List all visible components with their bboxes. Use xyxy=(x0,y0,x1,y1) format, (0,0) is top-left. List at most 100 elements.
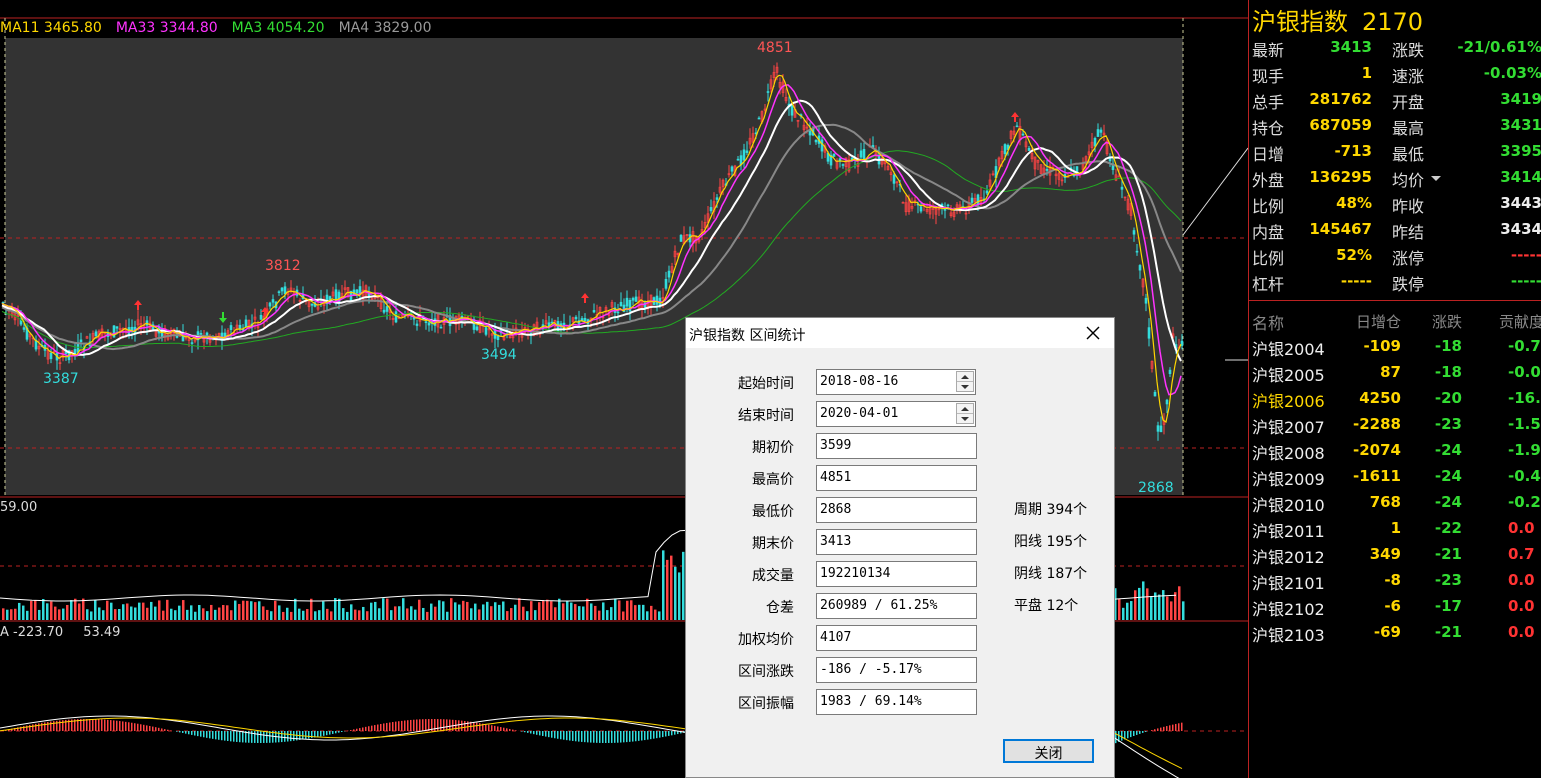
spin-down-button[interactable] xyxy=(957,382,973,392)
volume-bar xyxy=(362,607,365,620)
volume-bar xyxy=(66,605,69,620)
candle-body xyxy=(230,325,232,329)
down-bar-count: 阴线 187个 xyxy=(1014,563,1087,583)
weighted-avg-field[interactable]: 4107 xyxy=(816,625,977,651)
macd-bar xyxy=(1151,730,1153,731)
candle-body xyxy=(710,207,712,210)
dialog-titlebar[interactable]: 沪银指数 区间统计 xyxy=(686,318,1114,348)
candle-body xyxy=(617,312,619,313)
contract-daily-oi: -6 xyxy=(1384,597,1401,615)
col-header-change[interactable]: 涨跌 xyxy=(1432,311,1462,332)
quote-value: 3434 xyxy=(1500,220,1541,238)
quote-key: 涨停 xyxy=(1392,245,1424,269)
contract-row[interactable]: 沪银20064250-20-16.7 xyxy=(1249,386,1541,412)
candle-body xyxy=(425,322,427,323)
contract-row[interactable]: 沪银2009-1611-24-0.4 xyxy=(1249,464,1541,490)
contract-change: -24 xyxy=(1435,441,1462,459)
volume-bar xyxy=(374,602,377,620)
volume-bar xyxy=(358,610,361,620)
contract-change: -21 xyxy=(1435,623,1462,641)
oi-change-field[interactable]: 260989 / 61.25% xyxy=(816,593,977,619)
volume-bar xyxy=(666,560,669,620)
volume-bar xyxy=(1142,581,1145,620)
contract-row[interactable]: 沪银20111-220.0 xyxy=(1249,516,1541,542)
spin-up-button[interactable] xyxy=(957,372,973,382)
candle-body xyxy=(665,279,667,288)
volume-bar xyxy=(526,611,529,620)
start-time-row: 起始时间 2018-08-16 xyxy=(686,369,1116,395)
range-amplitude-field[interactable]: 1983 / 69.14% xyxy=(816,689,977,715)
macd-bar xyxy=(170,730,172,731)
macd-bar xyxy=(317,731,319,737)
macd-bar xyxy=(323,731,325,736)
volume-bar xyxy=(366,611,369,620)
low-price-field-label: 最低价 xyxy=(752,501,794,521)
candle-body xyxy=(1148,328,1150,339)
volume-bar xyxy=(274,601,277,620)
volume-bar xyxy=(198,605,201,620)
volume-bar xyxy=(638,605,641,620)
close-button[interactable]: 关闭 xyxy=(1003,739,1094,763)
candle-body xyxy=(176,336,178,337)
start-time-spinner[interactable] xyxy=(956,371,974,392)
contract-row[interactable]: 沪银2101-8-230.0 xyxy=(1249,568,1541,594)
macd-bar xyxy=(98,719,100,731)
dropdown-arrow-icon[interactable] xyxy=(1431,176,1441,181)
volume-bar xyxy=(146,608,149,620)
open-price-field[interactable]: 3599 xyxy=(816,433,977,459)
volume-bar xyxy=(58,609,61,620)
macd-bar xyxy=(32,724,34,731)
contract-contribution: -0.0 xyxy=(1508,363,1541,381)
contract-row[interactable]: 沪银200587-18-0.0 xyxy=(1249,360,1541,386)
col-header-contribution[interactable]: 贡献度 xyxy=(1499,311,1541,332)
macd-bar xyxy=(365,727,367,731)
contract-row[interactable]: 沪银2102-6-170.0 xyxy=(1249,594,1541,620)
candle-body xyxy=(581,318,583,320)
volume-bar xyxy=(398,606,401,620)
contract-row[interactable]: 沪银2012349-210.7 xyxy=(1249,542,1541,568)
contract-row[interactable]: 沪银2004-109-18-0.7 xyxy=(1249,334,1541,360)
contract-daily-oi: -2074 xyxy=(1353,441,1401,459)
candle-body xyxy=(416,324,418,326)
volume-bar xyxy=(238,604,241,620)
macd-bar xyxy=(95,719,97,731)
volume-bar xyxy=(1146,588,1149,620)
high-price-field[interactable]: 4851 xyxy=(816,465,977,491)
macd-bar xyxy=(401,721,403,731)
volume-bar xyxy=(570,603,573,620)
low-price-field[interactable]: 2868 xyxy=(816,497,977,523)
contract-row[interactable]: 沪银2103-69-210.0 xyxy=(1249,620,1541,646)
volume-bar xyxy=(1130,601,1133,620)
spin-down-button[interactable] xyxy=(957,414,973,424)
range-change-field[interactable]: -186 / -5.17% xyxy=(816,657,977,683)
candle-body xyxy=(281,288,283,291)
weighted-avg-row: 加权均价 4107 xyxy=(686,625,1116,651)
contract-row[interactable]: 沪银2008-2074-24-1.9 xyxy=(1249,438,1541,464)
col-header-daily-oi[interactable]: 日增仓 xyxy=(1356,311,1401,332)
end-time-field[interactable]: 2020-04-01 xyxy=(816,401,976,427)
volume-bar xyxy=(42,599,45,620)
end-time-spinner[interactable] xyxy=(956,403,974,424)
volume-field[interactable]: 192210134 xyxy=(816,561,977,587)
macd-bar xyxy=(326,731,328,735)
macd-bar xyxy=(254,731,256,743)
start-time-field[interactable]: 2018-08-16 xyxy=(816,369,976,395)
col-header-name[interactable]: 名称 xyxy=(1252,310,1284,334)
close-price-field[interactable]: 3413 xyxy=(816,529,977,555)
arrow-down-icon xyxy=(961,385,969,389)
spin-up-button[interactable] xyxy=(957,404,973,414)
macd-bar xyxy=(608,731,610,743)
volume-bar xyxy=(310,599,313,620)
volume-bar xyxy=(390,610,393,620)
volume-bar xyxy=(106,601,109,620)
close-icon[interactable] xyxy=(1082,322,1104,344)
candle-body xyxy=(791,105,793,115)
volume-bar xyxy=(506,611,509,620)
close-price-label: 期末价 xyxy=(752,533,794,553)
contract-name: 沪银2011 xyxy=(1252,518,1325,542)
volume-bar xyxy=(622,611,625,620)
contract-row[interactable]: 沪银2010768-24-0.2 xyxy=(1249,490,1541,516)
volume-bar xyxy=(70,600,73,620)
contract-row[interactable]: 沪银2007-2288-23-1.5 xyxy=(1249,412,1541,438)
range-amplitude-row: 区间振幅 1983 / 69.14% xyxy=(686,689,1116,715)
